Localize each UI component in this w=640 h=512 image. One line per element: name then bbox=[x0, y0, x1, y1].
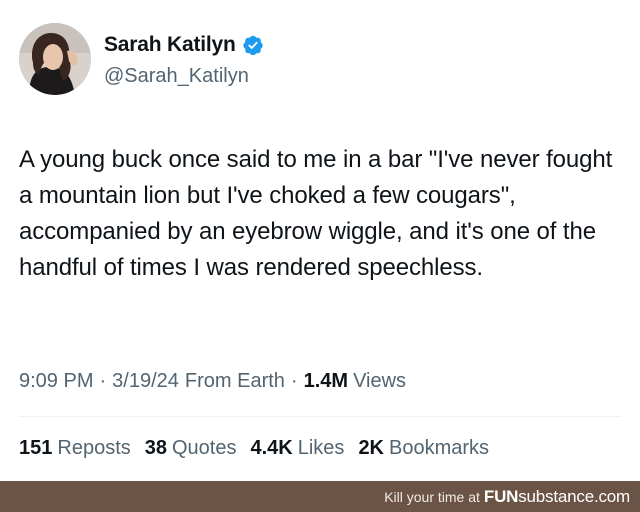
verified-badge-icon bbox=[242, 34, 264, 56]
likes-stat[interactable]: 4.4K Likes bbox=[250, 437, 344, 460]
watermark-prefix: Kill your time at bbox=[384, 488, 480, 505]
watermark-bar: Kill your time at FUNsubstance.com bbox=[0, 481, 640, 512]
quotes-count: 38 bbox=[144, 437, 167, 459]
meta-separator: · bbox=[290, 370, 298, 392]
reposts-stat[interactable]: 151 Reposts bbox=[19, 437, 131, 460]
tweet-time[interactable]: 9:09 PM bbox=[19, 370, 93, 393]
watermark-brand-light: substance bbox=[518, 486, 594, 506]
divider bbox=[19, 416, 621, 417]
bookmarks-stat[interactable]: 2K Bookmarks bbox=[358, 437, 489, 460]
meta-separator: · bbox=[99, 370, 107, 392]
reposts-label: Reposts bbox=[57, 437, 131, 459]
watermark-brand-logo[interactable]: FUNsubstance.com bbox=[484, 487, 630, 507]
reposts-count: 151 bbox=[19, 437, 53, 459]
quotes-label: Quotes bbox=[172, 437, 237, 459]
avatar[interactable] bbox=[19, 23, 91, 95]
engagement-stats: 151 Reposts 38 Quotes 4.4K Likes 2K Book… bbox=[19, 437, 503, 460]
author-name-row: Sarah Katilyn bbox=[104, 33, 264, 57]
likes-label: Likes bbox=[297, 437, 345, 459]
likes-count: 4.4K bbox=[250, 437, 293, 459]
tweet-card: Sarah Katilyn @Sarah_Katilyn A young buc… bbox=[0, 0, 640, 481]
views-count: 1.4M bbox=[303, 370, 349, 392]
bookmarks-count: 2K bbox=[358, 437, 385, 459]
views-label: Views bbox=[353, 370, 407, 392]
author-display-name[interactable]: Sarah Katilyn bbox=[104, 33, 236, 57]
watermark-brand-suffix: .com bbox=[593, 486, 630, 506]
quotes-stat[interactable]: 38 Quotes bbox=[145, 437, 237, 460]
watermark-brand-bold: FUN bbox=[483, 486, 519, 506]
bookmarks-label: Bookmarks bbox=[389, 437, 490, 459]
tweet-source: From Earth bbox=[184, 370, 285, 392]
tweet-text: A young buck once said to me in a bar "I… bbox=[19, 146, 613, 281]
tweet-meta: 9:09 PM · 3/19/24 From Earth · 1.4M View… bbox=[19, 370, 406, 393]
author-handle[interactable]: @Sarah_Katilyn bbox=[104, 65, 249, 88]
tweet-date[interactable]: 3/19/24 bbox=[112, 370, 179, 393]
avatar-photo bbox=[19, 23, 91, 95]
